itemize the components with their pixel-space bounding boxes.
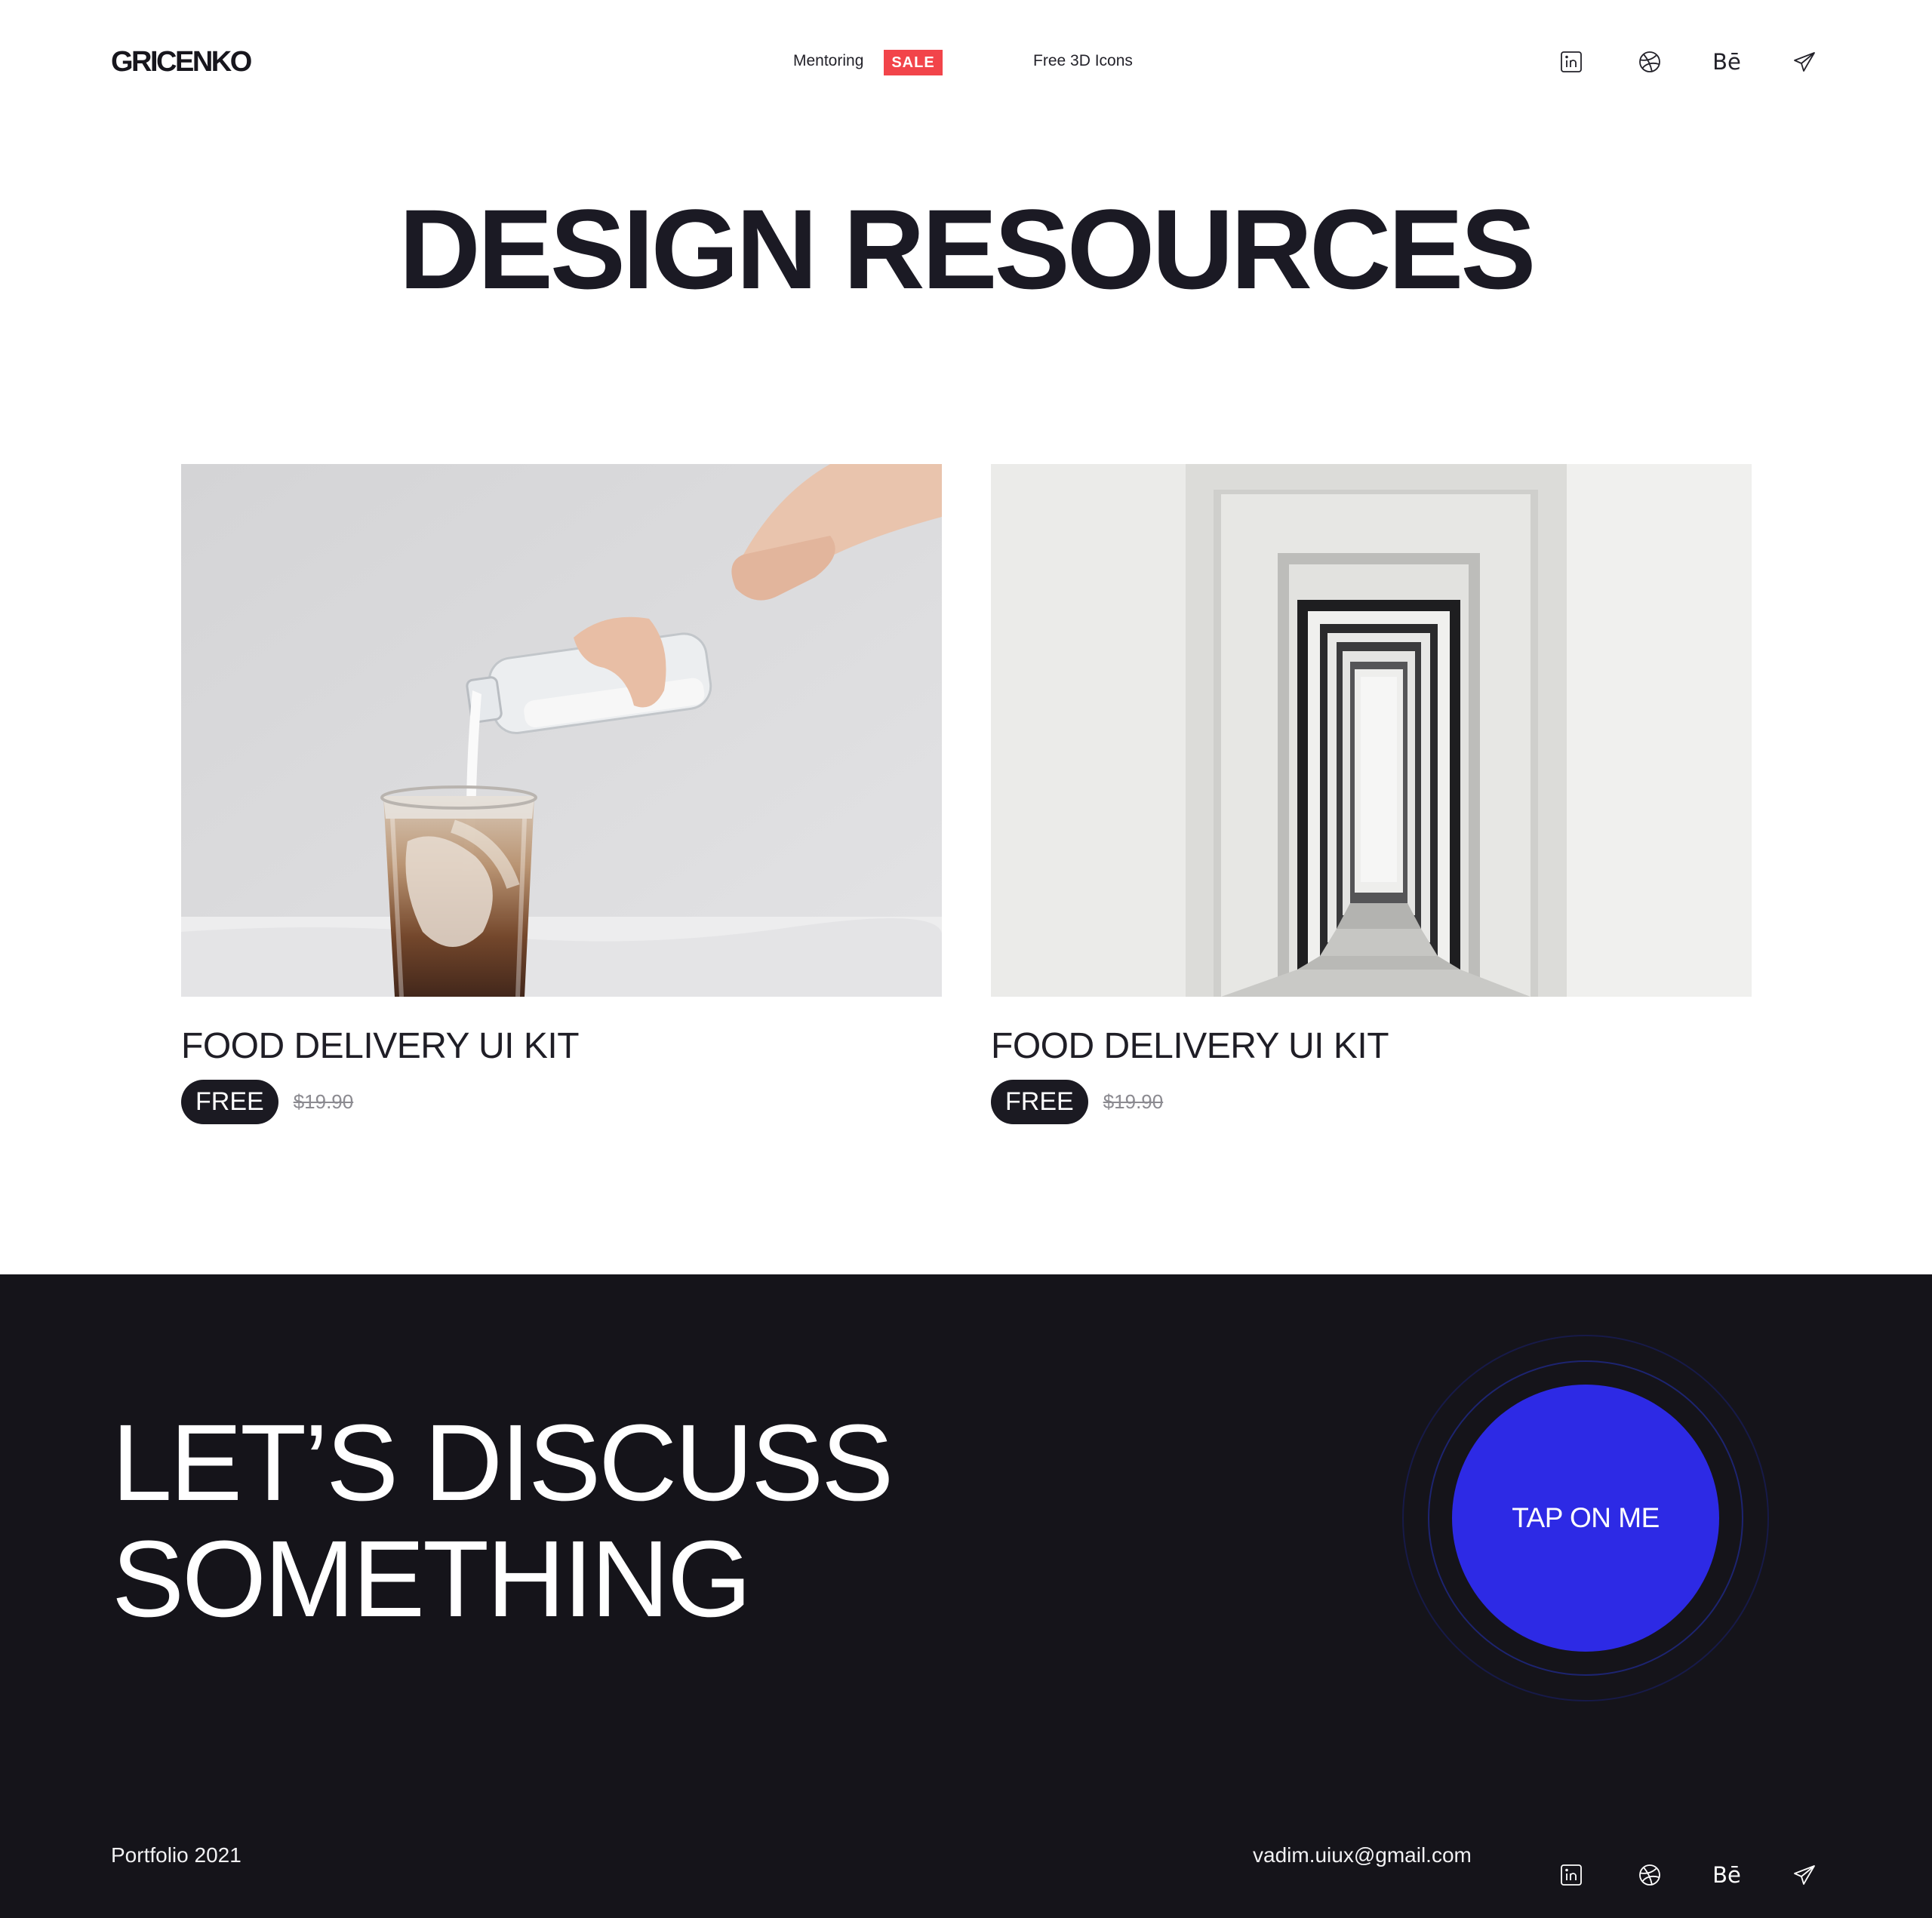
dribbble-icon[interactable]	[1635, 47, 1665, 77]
price-row: FREE $19.90	[991, 1080, 1752, 1124]
old-price: $19.90	[1103, 1090, 1164, 1113]
cta-heading-line-1: LET’S DISCUSS	[112, 1402, 894, 1523]
resource-card[interactable]: FOOD DELIVERY UI KIT FREE $19.90	[991, 464, 1752, 1124]
telegram-icon[interactable]	[1789, 1860, 1820, 1890]
site-logo[interactable]: GRICENKO	[111, 45, 252, 78]
free-badge: FREE	[181, 1080, 278, 1124]
footer-email-link[interactable]: vadim.uiux@gmail.com	[1253, 1842, 1472, 1869]
nav-link-free-3d-icons[interactable]: Free 3D Icons	[1033, 50, 1133, 72]
contact-section: LET’S DISCUSS SOMETHING TAP ON ME Portfo…	[0, 1274, 1932, 1918]
behance-icon[interactable]: Bē	[1712, 47, 1742, 77]
free-badge: FREE	[991, 1080, 1088, 1124]
behance-icon[interactable]: Bē	[1712, 1860, 1742, 1890]
price-row: FREE $19.90	[181, 1080, 942, 1124]
behance-label: Bē	[1712, 49, 1741, 75]
site-header: GRICENKO Mentoring SALE Free 3D Icons Bē	[0, 0, 1932, 128]
behance-label: Bē	[1712, 1862, 1741, 1888]
footer-copyright: Portfolio 2021	[111, 1843, 242, 1867]
dribbble-icon[interactable]	[1635, 1860, 1665, 1890]
old-price: $19.90	[293, 1090, 354, 1113]
cta-heading-line-2: SOMETHING	[112, 1518, 752, 1640]
nav-link-mentoring[interactable]: Mentoring	[793, 50, 863, 72]
telegram-icon[interactable]	[1789, 47, 1820, 77]
card-image-doorways[interactable]	[991, 464, 1752, 997]
resource-card[interactable]: FOOD DELIVERY UI KIT FREE $19.90	[181, 464, 942, 1124]
linkedin-icon[interactable]	[1556, 47, 1586, 77]
card-title[interactable]: FOOD DELIVERY UI KIT	[181, 1025, 942, 1068]
page-title: DESIGN RESOURCES	[398, 186, 1537, 312]
linkedin-icon[interactable]	[1556, 1860, 1586, 1890]
card-image-iced-coffee[interactable]	[181, 464, 942, 997]
tap-on-me-button[interactable]: TAP ON ME	[1452, 1385, 1719, 1652]
cta-heading: LET’S DISCUSS SOMETHING	[112, 1402, 894, 1640]
card-title[interactable]: FOOD DELIVERY UI KIT	[991, 1025, 1752, 1068]
sale-badge: SALE	[884, 50, 943, 75]
